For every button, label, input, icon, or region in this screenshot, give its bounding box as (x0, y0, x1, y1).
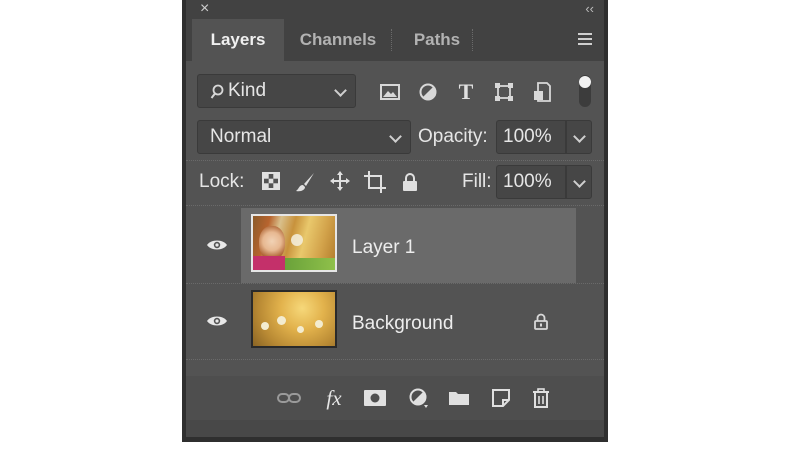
layer-lock-icon (534, 313, 548, 330)
lock-label: Lock: (199, 171, 245, 192)
panel-menu-icon[interactable] (578, 33, 592, 48)
fill-dropdown-button[interactable] (566, 165, 592, 199)
chevron-down-icon (573, 175, 586, 188)
layers-panel: × ‹‹ Layers Channels Paths Kind T Normal (182, 0, 608, 442)
filter-kind-label: Kind (228, 80, 267, 101)
opacity-dropdown-button[interactable] (566, 120, 592, 154)
filter-toggle-knob (579, 76, 591, 88)
divider (186, 359, 604, 361)
fx-icon[interactable]: fx (320, 384, 348, 412)
new-adjustment-icon[interactable] (406, 386, 432, 410)
close-icon[interactable]: × (200, 0, 209, 18)
layer-name[interactable]: Background (352, 313, 453, 335)
panel-footer-toolbar: fx (186, 376, 604, 420)
layer-name[interactable]: Layer 1 (352, 237, 415, 259)
layer-row[interactable]: Layer 1 (186, 208, 604, 283)
adjustment-filter-icon[interactable] (416, 80, 440, 104)
new-layer-icon[interactable] (488, 386, 514, 410)
opacity-value: 100% (503, 126, 552, 147)
fill-value: 100% (503, 171, 552, 192)
lock-transparent-pixels-icon[interactable] (260, 170, 282, 192)
shape-filter-icon[interactable] (492, 80, 516, 104)
visibility-eye-icon[interactable] (206, 238, 228, 252)
visibility-eye-icon[interactable] (206, 314, 228, 328)
lock-position-icon[interactable] (328, 169, 352, 193)
tab-layers[interactable]: Layers (192, 19, 284, 61)
tab-channels[interactable]: Channels (286, 19, 390, 61)
panel-resize-strip[interactable] (186, 420, 604, 437)
smart-object-filter-icon[interactable] (530, 80, 554, 104)
blend-mode-select[interactable]: Normal (197, 120, 411, 154)
tab-divider (391, 29, 393, 51)
chevron-down-icon (389, 130, 402, 143)
fill-label: Fill: (462, 171, 492, 192)
thumbnail-pink-shirt (253, 256, 285, 270)
panel-tabs: Layers Channels Paths (186, 19, 604, 61)
delete-icon[interactable] (528, 385, 554, 411)
divider (186, 205, 604, 207)
layer-row[interactable]: Background (186, 284, 604, 359)
opacity-label: Opacity: (418, 126, 488, 147)
blend-mode-value: Normal (210, 126, 272, 147)
image-filter-icon[interactable] (378, 80, 402, 104)
chevron-down-icon (573, 130, 586, 143)
thumbnail-dandelion (315, 320, 323, 328)
filter-kind-select[interactable]: Kind (197, 74, 356, 108)
thumbnail-dandelion (261, 322, 269, 330)
link-layers-icon[interactable] (276, 386, 302, 410)
panel-title-bar: × ‹‹ (186, 0, 604, 19)
lock-image-pixels-icon[interactable] (293, 170, 317, 194)
thumbnail-dandelion (291, 234, 303, 246)
fill-input[interactable]: 100% (496, 165, 566, 199)
divider (186, 160, 604, 162)
filter-toggle[interactable] (579, 75, 591, 107)
layer-thumbnail (251, 214, 337, 272)
new-group-icon[interactable] (446, 386, 472, 410)
thumbnail-child-figure (259, 226, 285, 260)
opacity-input[interactable]: 100% (496, 120, 566, 154)
thumbnail-grass (285, 258, 335, 270)
chevron-down-icon (334, 84, 347, 97)
thumbnail-dandelion (277, 316, 286, 325)
type-filter-icon[interactable]: T (454, 79, 478, 105)
search-icon (210, 84, 224, 99)
lock-all-icon[interactable] (399, 170, 421, 194)
lock-artboard-icon[interactable] (363, 170, 387, 194)
add-mask-icon[interactable] (362, 386, 388, 410)
tab-paths[interactable]: Paths (396, 19, 478, 61)
thumbnail-dandelion (297, 326, 304, 333)
layer-thumbnail (251, 290, 337, 348)
tab-divider (472, 29, 474, 51)
collapse-icon[interactable]: ‹‹ (585, 0, 594, 18)
